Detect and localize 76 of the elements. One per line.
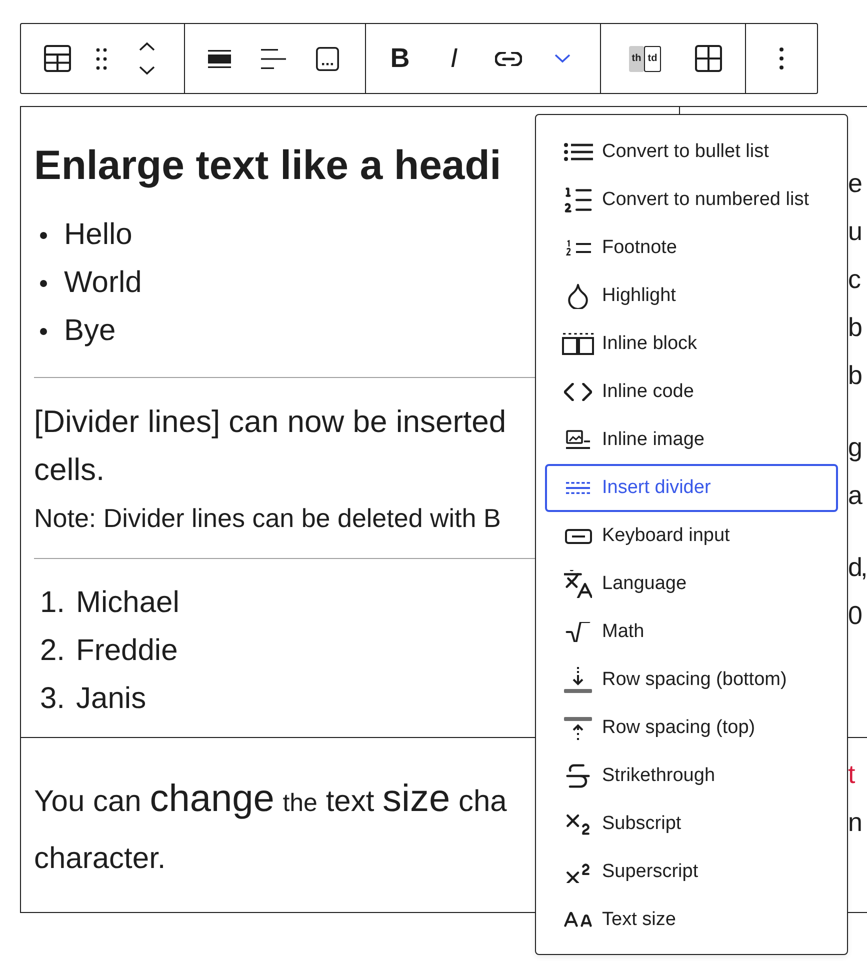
square-root-icon — [565, 622, 591, 642]
image-icon — [566, 430, 590, 450]
arrow-up-from-bar-icon — [564, 716, 592, 740]
bullet-icon — [40, 232, 47, 238]
menu-item[interactable]: Inline image — [545, 416, 838, 464]
strikethrough-icon — [566, 764, 590, 788]
list-item-text: Bye — [64, 314, 116, 348]
align-left-icon — [260, 48, 286, 68]
cell-type-toggle[interactable]: th td — [621, 34, 669, 82]
list-item-text: Freddie — [76, 634, 178, 668]
cell-text: d, — [848, 551, 866, 584]
arrow-down-to-bar-icon — [564, 667, 592, 693]
menu-item[interactable]: Highlight — [545, 272, 838, 320]
cell-text: g — [848, 431, 860, 464]
chevron-down-icon — [554, 54, 570, 63]
link-icon — [494, 52, 522, 66]
list-item-text: Michael — [76, 586, 180, 620]
bullet-icon — [40, 328, 47, 334]
caption-icon — [316, 46, 338, 70]
translate-icon — [564, 570, 592, 598]
full-width-icon — [208, 50, 230, 68]
chevron-up-icon — [139, 42, 155, 51]
cell-text: u — [848, 215, 860, 248]
grid-icon — [694, 45, 722, 72]
menu-item[interactable]: Text size — [545, 896, 838, 944]
table-icon — [44, 45, 70, 72]
menu-item[interactable]: Inline block — [545, 320, 838, 368]
cell-text: t — [848, 758, 854, 791]
cell-text: b — [848, 359, 860, 392]
menu-item[interactable]: Strikethrough — [545, 752, 838, 800]
numbered-list-icon — [564, 186, 592, 214]
cell-text: n — [848, 806, 860, 839]
menu-item[interactable]: Math — [545, 608, 838, 656]
bullet-list-icon — [564, 143, 592, 161]
footnote-icon — [566, 240, 590, 256]
menu-item[interactable]: Convert to numbered list — [545, 176, 838, 224]
cell-text: c — [848, 263, 859, 296]
cell-type-label: th — [629, 46, 644, 72]
paragraph: [Divider lines] can now be inserted cells. — [34, 403, 506, 489]
superscript-icon — [566, 861, 590, 883]
menu-item[interactable]: Footnote — [545, 224, 838, 272]
menu-item[interactable]: Superscript — [545, 848, 838, 896]
menu-item[interactable]: Subscript — [545, 800, 838, 848]
italic-button[interactable]: I — [430, 34, 478, 82]
list-number: 3. — [40, 682, 66, 716]
bullet-icon — [40, 280, 47, 286]
cell-text: b — [848, 311, 860, 344]
list-item-text: Janis — [76, 682, 146, 716]
menu-item[interactable]: Keyboard input — [545, 512, 838, 560]
cell-text: a — [848, 479, 860, 512]
heading: Enlarge text like a headi — [34, 141, 502, 189]
note-text: Note: Divider lines can be deleted with B — [34, 502, 501, 535]
menu-item[interactable]: Insert divider — [545, 464, 838, 512]
more-vertical-icon — [778, 47, 784, 70]
list-item-text: Hello — [64, 218, 132, 252]
droplet-icon — [567, 283, 589, 309]
list-number: 1. — [40, 586, 66, 620]
subscript-icon — [566, 813, 590, 835]
inline-block-icon — [562, 333, 594, 355]
menu-item[interactable]: Language — [545, 560, 838, 608]
list-number: 2. — [40, 634, 66, 668]
divider-icon — [566, 482, 590, 494]
cell-text: 0 — [848, 599, 860, 632]
list-item-text: World — [64, 266, 142, 300]
menu-item[interactable]: Row spacing (bottom) — [545, 656, 838, 704]
keyboard-key-icon — [564, 528, 592, 544]
code-icon — [564, 383, 592, 401]
bold-button[interactable]: B — [376, 34, 424, 82]
paragraph: You can change the text size cha character. — [34, 777, 507, 877]
cell-text: e — [848, 167, 860, 200]
cell-type-label: td — [644, 46, 661, 72]
menu-item[interactable]: Row spacing (top) — [545, 704, 838, 752]
menu-item[interactable]: Convert to bullet list — [545, 128, 838, 176]
chevron-down-icon — [139, 66, 155, 75]
menu-item[interactable]: Inline code — [545, 368, 838, 416]
drag-handle-icon — [96, 48, 106, 70]
